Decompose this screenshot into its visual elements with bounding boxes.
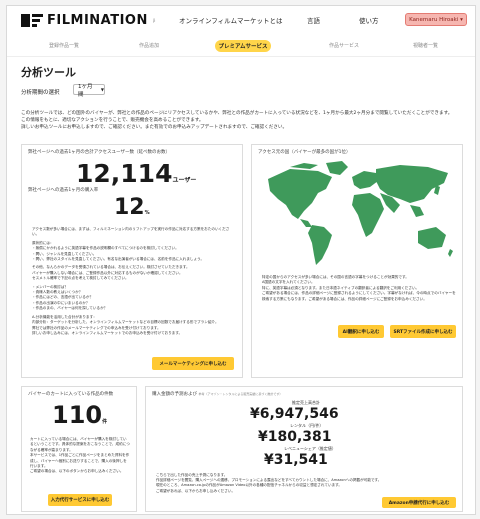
subnav-premium-services[interactable]: プレミアムサービス bbox=[215, 40, 271, 52]
body-line: セスメトル確率で下記の点を考えて検討してみてください。 bbox=[32, 276, 129, 281]
estimate-value: ¥6,947,546 bbox=[250, 406, 339, 422]
ai-translation-button[interactable]: AI翻訳に申し込む bbox=[338, 325, 384, 338]
cart-count: 110件 bbox=[52, 401, 107, 429]
description-line: この情報をもとに、適切なアクションを行うことで、販売機会を高めることができます。 bbox=[21, 118, 204, 123]
world-map bbox=[268, 161, 453, 265]
logo-mark-icon bbox=[21, 14, 43, 27]
period-value: 1ヶ月間 bbox=[78, 83, 93, 98]
body-line: ご希望の場合は、以下のボタンからお申し込みください。 bbox=[30, 469, 124, 474]
logo[interactable]: FILMINATION β bbox=[21, 13, 155, 28]
logo-text: FILMINATION bbox=[47, 13, 148, 28]
cart-count-unit: 件 bbox=[102, 419, 108, 425]
email-marketing-button[interactable]: メールマーケティングに申し込む bbox=[152, 357, 234, 370]
subnav-work-services[interactable]: 作品サービス bbox=[329, 42, 359, 49]
body-line: ・問い、弊社のスタイルを見直してください。有名な出演者がいる場合には、名前を作品… bbox=[32, 257, 205, 262]
revenue-card-header: 購入金額の予測および 参考（アマゾン・レンタルによる販売実績に基づく推計です） bbox=[152, 391, 282, 397]
period-select[interactable]: 1ヶ月間 ▼ bbox=[73, 83, 105, 98]
logo-beta: β bbox=[152, 18, 156, 23]
share-value: ¥31,541 bbox=[264, 452, 328, 468]
visits-card-header: 弊社ページへの過去1ヶ月の合計アクセスユーザー数（延べ数のお数） bbox=[28, 150, 170, 155]
access-map-header: アクセス元の国（バイヤーが最多の国が1位） bbox=[258, 150, 351, 155]
body-line: 内部分析：ターゲットを分析した、オンラインフィルムマーケットなどの目標の回数でお… bbox=[32, 320, 219, 325]
visits-count-unit: ユーザー bbox=[172, 177, 197, 184]
body-line: カートに入っている場合には、バイヤーが購入を検討しているということです。具体的な… bbox=[30, 437, 130, 452]
purchase-rate-label: 弊社ページへの過去1ヶ月の購入率 bbox=[28, 188, 99, 193]
srt-file-button[interactable]: SRTファイル作成に申し込む bbox=[390, 325, 456, 338]
access-map-card: アクセス元の国（バイヤーが最多の国が1位） 特定の国からのアクセスが多い場合には… bbox=[251, 144, 463, 378]
visits-card: 弊社ページへの過去1ヶ月の合計アクセスユーザー数（延べ数のお数） 12,114ユ… bbox=[21, 144, 243, 378]
nav-about[interactable]: オンラインフィルムマーケットとは bbox=[179, 15, 283, 25]
revenue-header-title: 購入金額の予測および bbox=[152, 392, 197, 397]
visits-count: 12,114ユーザー bbox=[76, 159, 196, 188]
period-label: 分析期間の選択 bbox=[21, 90, 60, 96]
user-menu-button[interactable]: Kanemaru Hiroaki ▾ bbox=[405, 13, 467, 26]
visits-card-body: アクセス数が多い場合には、まずは、フィルミネーション内のリフトアップを実行の作品… bbox=[32, 227, 236, 336]
revenue-card: 購入金額の予測および 参考（アマゾン・レンタルによる販売実績に基づく推計です） … bbox=[145, 386, 463, 512]
body-line: 詳しいお申し込みには、オンラインフィルムマーケットでのお申込みを受け付けておりま… bbox=[32, 330, 183, 335]
visits-count-value: 12,114 bbox=[76, 159, 173, 188]
description-line: この分析ツールでは、どの国外のバイヤーが、弊社との作品のページにリアクセスしてい… bbox=[21, 111, 453, 116]
body-line: アクセス数が多い場合には、まずは、フィルミネーション内のリフトアップを実行の作品… bbox=[32, 227, 230, 237]
sub-navigation: 登録作品一覧 作品追加 プレミアムサービス 作品サービス 視聴者一覧 bbox=[7, 40, 475, 54]
divider bbox=[7, 56, 475, 57]
page-description: この分析ツールでは、どの国外のバイヤーが、弊社との作品のページにリアクセスしてい… bbox=[21, 110, 461, 131]
amazon-application-button[interactable]: Amazon申請代行に申し込む bbox=[382, 497, 456, 508]
rental-value: ¥180,381 bbox=[258, 429, 332, 445]
purchase-rate-unit: % bbox=[144, 210, 150, 216]
body-line: 本サービスでは、1作品ごとに作品ページをまとめた資料を作成し、バイヤーへ個別にお… bbox=[30, 453, 130, 469]
subnav-viewers[interactable]: 視聴者一覧 bbox=[413, 42, 438, 49]
cart-card-body: カートに入っている場合には、バイヤーが購入を検討しているということです。具体的な… bbox=[30, 437, 130, 475]
input-service-button[interactable]: 入力代行サービスに申し込む bbox=[48, 494, 112, 506]
top-bar: FILMINATION β オンラインフィルムマーケットとは 言語 使い方 Ka… bbox=[7, 6, 475, 34]
page-title: 分析ツール bbox=[21, 66, 76, 79]
nav-language[interactable]: 言語 bbox=[307, 15, 320, 25]
revenue-header-note: 参考（アマゾン・レンタルによる販売実績に基づく推計です） bbox=[198, 392, 283, 396]
purchase-rate: 12% bbox=[114, 195, 150, 220]
revenue-card-body: こちらで出した作品の売上予測になります。 作品詳細ページを閲覧、購入ページへの遷… bbox=[156, 473, 456, 494]
body-line: ご希望があれば、以下からお申し込みください。 bbox=[156, 488, 236, 493]
description-line: 詳しいお申込ツールにお申込しますので、ご確認ください。また有効でのお申込みアップ… bbox=[21, 125, 288, 130]
chevron-down-icon: ▼ bbox=[100, 87, 104, 92]
cart-count-value: 110 bbox=[52, 401, 103, 429]
nav-usage[interactable]: 使い方 bbox=[359, 15, 379, 25]
cart-card: バイヤーのカートに入っている作品の件数 110件 カートに入っている場合には、バ… bbox=[21, 386, 137, 512]
body-line: ご希望がある場合には、作品の詳細ページに登録されるようにしてください。字幕がなけ… bbox=[262, 291, 456, 301]
app-window: FILMINATION β オンラインフィルムマーケットとは 言語 使い方 Ka… bbox=[6, 5, 476, 515]
cart-card-header: バイヤーのカートに入っている作品の件数 bbox=[28, 392, 114, 397]
access-map-body: 特定の国からのアクセスが多い場合には、その国の言語の字幕をつけることが効果的です… bbox=[262, 275, 458, 302]
subnav-registered-works[interactable]: 登録作品一覧 bbox=[49, 42, 79, 49]
subnav-add-work[interactable]: 作品追加 bbox=[139, 42, 159, 49]
body-line: ・作品のまの、バイヤーは何を探しているか？ bbox=[32, 306, 108, 311]
purchase-rate-value: 12 bbox=[114, 195, 145, 220]
